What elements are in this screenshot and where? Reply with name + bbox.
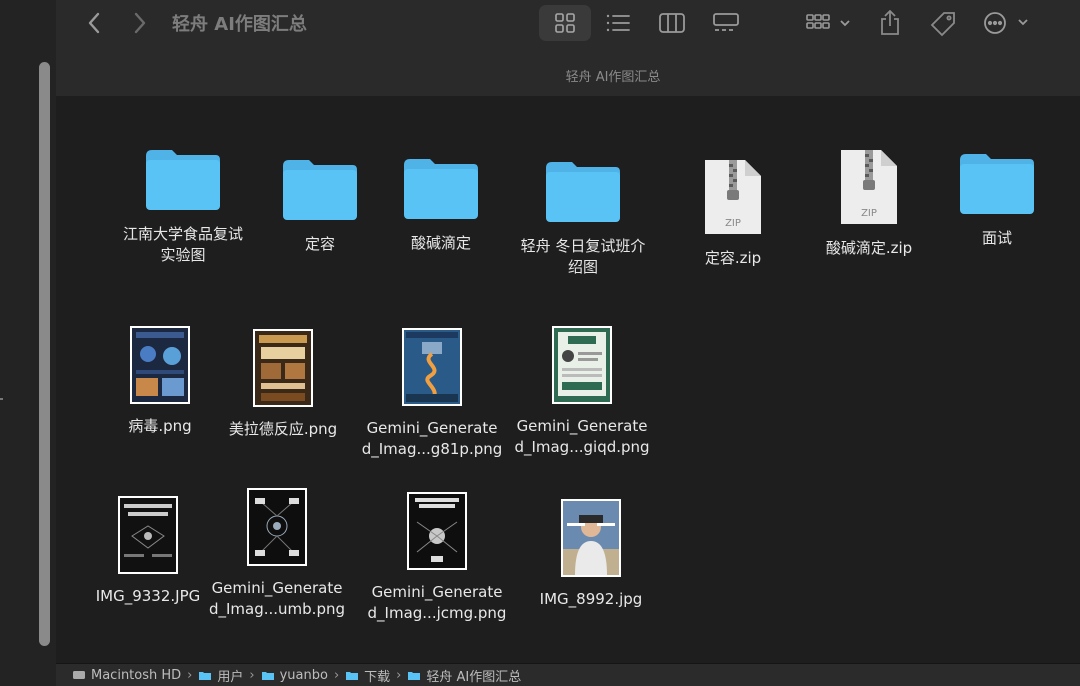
file-item[interactable]: IMG_9332.JPG xyxy=(73,494,223,607)
file-item[interactable]: 酸碱滴定 xyxy=(366,151,516,254)
folder-icon xyxy=(958,146,1036,216)
window-title: 轻舟 AI作图汇总 xyxy=(172,14,307,35)
image-thumbnail xyxy=(402,326,462,406)
toolbar: 轻舟 AI作图汇总 轻舟 AI作图汇总 xyxy=(56,0,1080,97)
file-item[interactable]: Gemini_Generate d_Imag...g81p.png xyxy=(357,326,507,460)
tag-icon[interactable] xyxy=(926,8,960,40)
list-view-icon[interactable] xyxy=(603,8,633,38)
file-item[interactable]: 江南大学食品复试 实验图 xyxy=(108,142,258,266)
file-item[interactable]: 美拉德反应.png xyxy=(208,327,358,440)
file-grid: 江南大学食品复试 实验图 定容 酸碱滴定 轻舟 冬日复试班介 绍图 ZIP 定容… xyxy=(56,96,1080,664)
path-bar: Macintosh HD › 用户 › yuanbo › 下载 › 轻舟 AI作… xyxy=(56,663,1080,686)
home-folder-icon xyxy=(261,672,274,680)
file-item[interactable]: Gemini_Generate d_Imag...umb.png xyxy=(202,486,352,620)
chevron-left-icon[interactable] xyxy=(80,10,108,36)
image-thumbnail xyxy=(407,490,467,570)
folder-icon xyxy=(281,152,359,222)
file-item[interactable]: Gemini_Generate d_Imag...jcmg.png xyxy=(362,490,512,624)
folder-icon xyxy=(199,672,212,680)
folder-icon xyxy=(402,151,480,221)
downloads-folder-icon xyxy=(346,672,359,680)
gallery-view-icon[interactable] xyxy=(709,8,743,38)
file-item[interactable]: Gemini_Generate d_Imag...giqd.png xyxy=(507,324,657,458)
image-thumbnail xyxy=(561,497,621,577)
zip-archive-icon: ZIP xyxy=(839,148,899,226)
file-item[interactable]: 轻舟 冬日复试班介 绍图 xyxy=(508,154,658,278)
path-crumb[interactable]: yuanbo xyxy=(261,668,328,683)
folder-icon xyxy=(544,154,622,224)
grid-view-icon[interactable] xyxy=(539,5,591,41)
svg-text:ZIP: ZIP xyxy=(725,218,741,229)
image-thumbnail xyxy=(247,486,307,566)
image-thumbnail xyxy=(118,494,178,574)
folder-icon xyxy=(408,672,421,680)
share-icon[interactable] xyxy=(874,6,906,40)
file-item[interactable]: ZIP 定容.zip xyxy=(658,158,808,269)
path-crumb[interactable]: 轻舟 AI作图汇总 xyxy=(407,666,521,685)
path-separator: › xyxy=(333,667,340,683)
image-thumbnail xyxy=(253,327,313,407)
path-crumb[interactable]: Macintosh HD xyxy=(72,668,181,683)
path-separator: › xyxy=(396,667,402,683)
sidebar-scrollbar[interactable] xyxy=(39,62,50,646)
window-subtitle: 轻舟 AI作图汇总 xyxy=(565,70,661,85)
ellipsis-icon[interactable] xyxy=(980,8,1034,38)
zip-archive-icon: ZIP xyxy=(703,158,763,236)
path-separator: › xyxy=(187,667,193,683)
group-by-icon[interactable] xyxy=(802,8,854,38)
chevron-right-icon[interactable] xyxy=(126,10,154,36)
file-item[interactable]: IMG_8992.jpg xyxy=(516,497,666,610)
hard-drive-icon xyxy=(73,671,85,679)
sidebar-edge-marker xyxy=(0,398,3,400)
path-crumb[interactable]: 下载 xyxy=(345,666,390,685)
svg-text:ZIP: ZIP xyxy=(861,208,877,219)
image-thumbnail xyxy=(130,324,190,404)
column-view-icon[interactable] xyxy=(655,8,689,38)
folder-icon xyxy=(144,142,222,212)
file-item[interactable]: 面试 xyxy=(922,146,1072,249)
path-separator: › xyxy=(249,667,255,683)
image-thumbnail xyxy=(552,324,612,404)
sidebar xyxy=(0,0,57,686)
path-crumb[interactable]: 用户 xyxy=(198,666,243,685)
